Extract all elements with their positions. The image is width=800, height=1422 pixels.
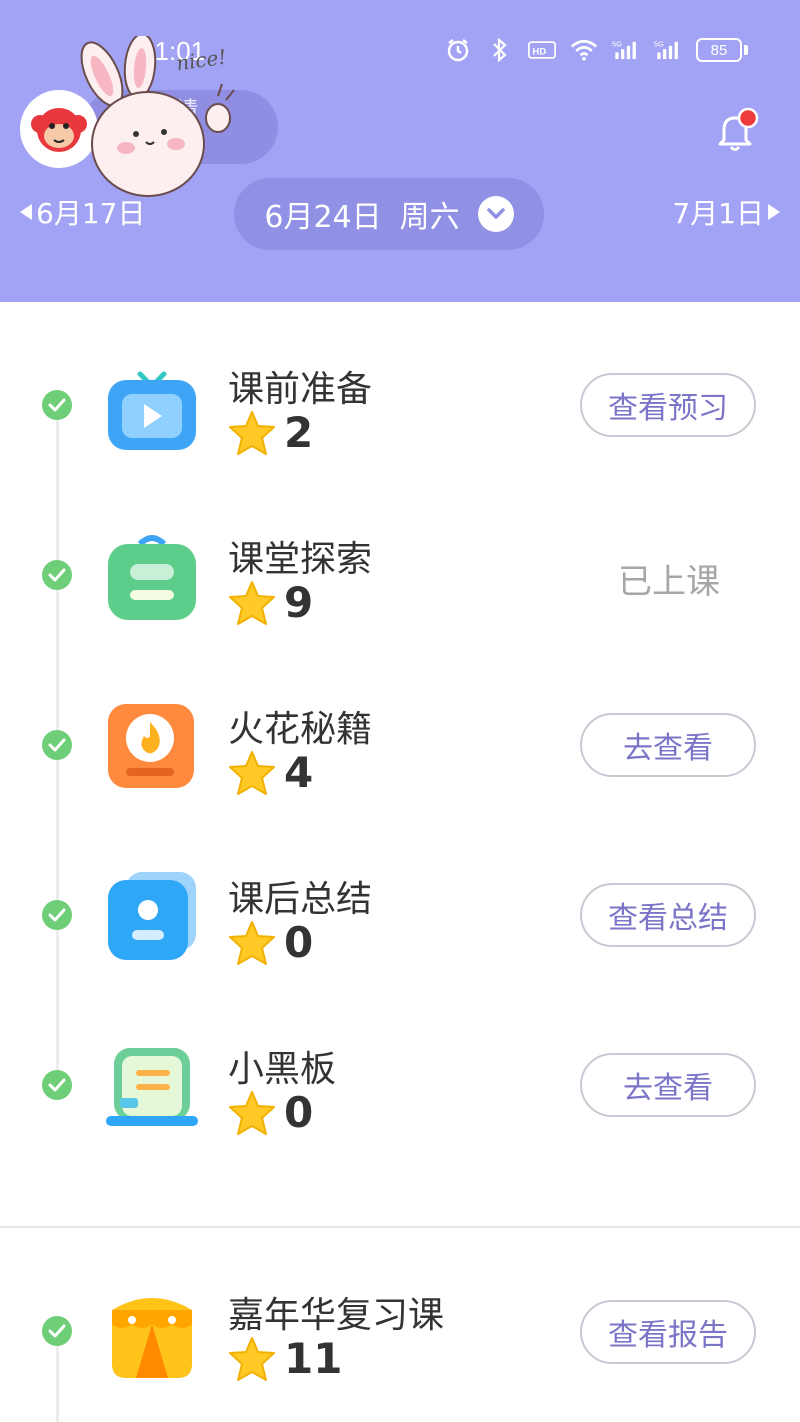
list-item-preview: 课前准备 2 查看预习 <box>0 346 800 466</box>
star-count: 0 <box>228 1088 313 1137</box>
bluetooth-icon <box>486 36 514 64</box>
svg-text:5G: 5G <box>612 40 622 49</box>
current-date-selector[interactable]: 6月24日 周六 <box>234 178 544 250</box>
star-icon <box>229 1090 275 1135</box>
view-report-button[interactable]: 查看报告 <box>580 1300 756 1364</box>
battery-indicator: 85 <box>696 38 748 62</box>
check-icon <box>42 900 72 930</box>
video-icon <box>108 371 196 450</box>
star-count: 9 <box>228 578 313 627</box>
check-icon <box>42 1316 72 1346</box>
star-number: 4 <box>284 748 314 797</box>
hd-icon: HD <box>528 36 556 64</box>
list-item-explore: 课堂探索 9 已上课 <box>0 516 800 636</box>
star-number: 0 <box>284 918 314 967</box>
attended-status: 已上课 <box>618 562 720 602</box>
go-view-button[interactable]: 去查看 <box>580 713 756 777</box>
alarm-icon <box>444 36 472 64</box>
prev-week-button[interactable]: 6月17日 <box>20 192 145 232</box>
list-item-secret: 火花秘籍 4 去查看 <box>0 686 800 806</box>
item-title: 课堂探索 <box>228 539 373 580</box>
arrow-left-icon <box>20 204 32 220</box>
notification-bell[interactable] <box>710 106 760 156</box>
tent-icon <box>112 1298 192 1378</box>
check-icon <box>42 1070 72 1100</box>
user-card-icon <box>108 872 196 960</box>
header: 11:01 HD 5G 5G 85 请 <box>0 0 800 302</box>
list-item-review-class: 嘉年华复习课 11 查看报告 <box>0 1272 800 1392</box>
backpack-icon <box>108 535 196 620</box>
item-title: 嘉年华复习课 <box>228 1295 445 1336</box>
svg-text:5G: 5G <box>654 40 664 49</box>
item-title: 课前准备 <box>228 369 373 410</box>
item-title: 小黑板 <box>228 1049 337 1090</box>
svg-text:HD: HD <box>532 46 546 57</box>
star-count: 11 <box>228 1334 342 1383</box>
wifi-icon <box>570 36 598 64</box>
star-count: 0 <box>228 918 313 967</box>
item-title: 课后总结 <box>228 879 373 920</box>
section-divider <box>0 1226 800 1228</box>
flame-book-icon <box>108 704 194 788</box>
notification-badge <box>737 107 759 129</box>
bell-icon <box>718 107 759 151</box>
star-icon <box>229 580 275 625</box>
check-icon <box>42 560 72 590</box>
current-weekday: 周六 <box>399 200 460 235</box>
chevron-down-icon <box>477 196 514 232</box>
star-number: 9 <box>284 578 314 627</box>
star-icon <box>229 750 275 795</box>
star-number: 2 <box>284 408 314 457</box>
battery-level: 85 <box>696 38 742 62</box>
status-icons: HD 5G 5G 85 <box>444 36 748 64</box>
blackboard-icon <box>106 1048 198 1126</box>
star-number: 0 <box>284 1088 314 1137</box>
star-icon <box>229 920 275 965</box>
signal-5g-icon: 5G <box>654 36 682 64</box>
item-title: 火花秘籍 <box>228 709 373 750</box>
check-icon <box>42 730 72 760</box>
signal-5g-icon: 5G <box>612 36 640 64</box>
arrow-right-icon <box>768 204 780 220</box>
prev-week-label: 6月17日 <box>36 197 146 230</box>
check-icon <box>42 390 72 420</box>
star-count: 2 <box>228 408 313 457</box>
view-preview-button[interactable]: 查看预习 <box>580 373 756 437</box>
current-date: 6月24日 <box>264 200 382 235</box>
star-number: 11 <box>284 1334 343 1383</box>
view-summary-button[interactable]: 查看总结 <box>580 883 756 947</box>
next-week-button[interactable]: 7月1日 <box>672 192 780 232</box>
star-icon <box>229 1336 275 1381</box>
next-week-label: 7月1日 <box>672 197 764 230</box>
go-view-blackboard-button[interactable]: 去查看 <box>580 1053 756 1117</box>
star-icon <box>229 410 275 455</box>
star-count: 4 <box>228 748 313 797</box>
list-item-blackboard: 小黑板 0 去查看 <box>0 1026 800 1146</box>
list-item-summary: 课后总结 0 查看总结 <box>0 856 800 976</box>
